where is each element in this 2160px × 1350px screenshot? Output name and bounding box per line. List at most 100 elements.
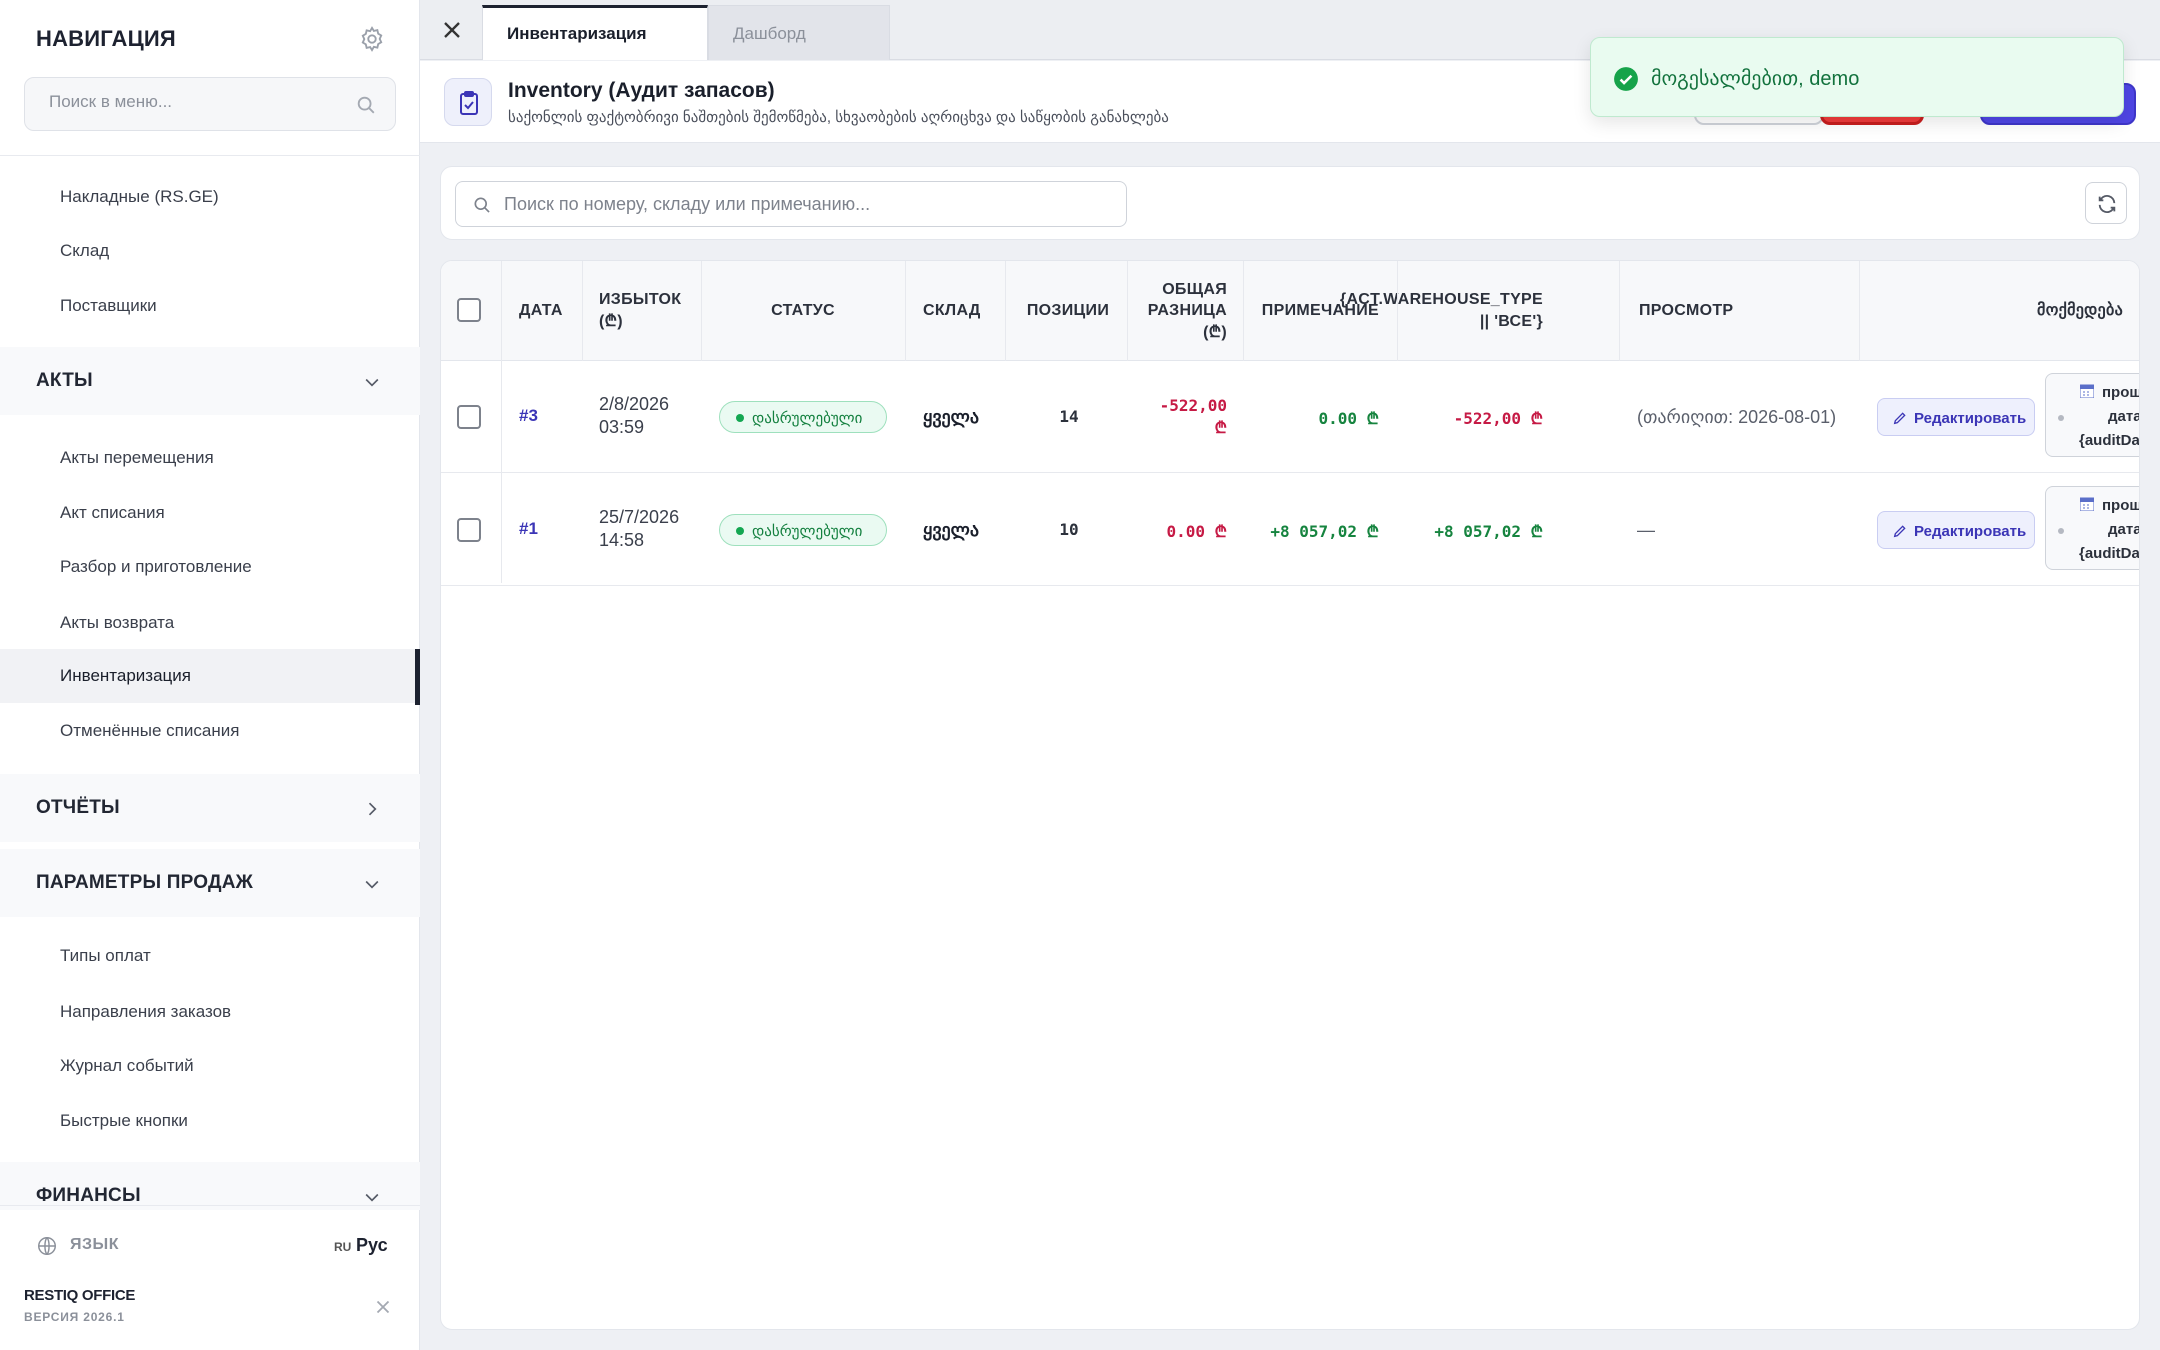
col-warehouse[interactable]: СКЛАД <box>923 261 1013 361</box>
menu-search-input[interactable] <box>49 92 349 112</box>
section-sales-params[interactable]: ПАРАМЕТРЫ ПРОДАЖ <box>0 849 420 917</box>
col-view[interactable]: ПРОСМОТР <box>1639 261 1819 361</box>
toast-message: მოგესალმებით, demo <box>1651 68 1860 90</box>
act-number-link[interactable]: #1 <box>519 519 538 539</box>
refresh-button[interactable] <box>2085 182 2127 224</box>
menu-item-write-off[interactable]: Акт списания <box>0 486 420 540</box>
edit-button-label: Редактировать <box>1914 523 2027 540</box>
close-icon[interactable] <box>372 1296 394 1318</box>
col-warehouse-type[interactable]: {ACT.WAREHOUSE_TYPE || 'ВСЕ'} <box>1340 261 1543 361</box>
menu-item-cancelled-write-offs[interactable]: Отменённые списания <box>0 704 420 758</box>
menu-item-waybills[interactable]: Накладные (RS.GE) <box>0 170 420 224</box>
column-divider <box>1127 261 1128 361</box>
search-field[interactable] <box>455 181 1127 227</box>
search-card <box>440 166 2140 240</box>
action-text: дата <box>2108 521 2140 538</box>
section-label: АКТЫ <box>36 370 93 391</box>
section-label: ФИНАНСЫ <box>36 1185 141 1206</box>
col-status[interactable]: СТАТУС <box>703 261 903 361</box>
menu-item-label: Быстрые кнопки <box>60 1111 188 1130</box>
section-label: ОТЧЁТЫ <box>36 797 120 818</box>
action-text: прош <box>2102 497 2140 514</box>
section-reports[interactable]: ОТЧЁТЫ <box>0 774 420 842</box>
tab-dashboard[interactable]: Дашборд <box>708 5 890 60</box>
chevron-down-icon <box>365 880 379 889</box>
close-tabs-icon[interactable] <box>438 16 466 44</box>
col-total-diff[interactable]: ОБЩАЯ РАЗНИЦА (₾) <box>1131 261 1227 361</box>
row-checkbox[interactable] <box>457 518 481 542</box>
action-period-button[interactable]: прош дата {auditDa <box>2045 373 2140 457</box>
welcome-toast: მოგესალმებით, demo <box>1590 37 2124 117</box>
chevron-down-icon <box>365 378 379 387</box>
bullet <box>2058 528 2064 534</box>
column-divider <box>905 261 906 361</box>
page-title: Inventory (Аудит запасов) <box>508 79 775 102</box>
section-finance[interactable]: ФИНАНСЫ <box>0 1162 420 1210</box>
clipboard-check-icon <box>444 78 492 126</box>
menu-item-suppliers[interactable]: Поставщики <box>0 279 420 333</box>
note-value: -522,00 ₾ <box>1453 409 1543 428</box>
note-value: +8 057,02 ₾ <box>1434 522 1543 541</box>
pencil-icon <box>1893 412 1906 425</box>
edit-button[interactable]: Редактировать <box>1877 511 2035 549</box>
menu-search-field[interactable] <box>24 77 396 131</box>
table-row[interactable]: #3 2/8/2026 03:59 დასრულებული ყველა 14 -5… <box>441 361 2140 473</box>
chevron-down-icon <box>365 1193 379 1202</box>
menu-item-label: Типы оплат <box>60 946 151 965</box>
pencil-icon <box>1893 525 1906 538</box>
surplus-value: 0.00 ₾ <box>1166 522 1227 541</box>
surplus-value: -522,00 ₾ <box>1159 396 1227 438</box>
table-header: ДАТА ИЗБЫТОК (₾) СТАТУС СКЛАД ПОЗИЦИИ ОБЩ… <box>441 261 2139 361</box>
col-actions: მოქმედება <box>2037 302 2123 320</box>
menu-item-label: Акты возврата <box>60 613 175 632</box>
menu-item-payment-types[interactable]: Типы оплат <box>0 929 420 983</box>
search-icon <box>474 197 490 213</box>
page-subtitle: საქონლის ფაქტობრივი ნაშთების შემოწმება, … <box>508 109 1169 126</box>
act-number-link[interactable]: #3 <box>519 406 538 426</box>
col-date[interactable]: ДАТА <box>519 261 589 361</box>
menu-item-quick-buttons[interactable]: Быстрые кнопки <box>0 1094 420 1148</box>
menu-item-warehouse[interactable]: Склад <box>0 224 420 278</box>
menu-item-return-acts[interactable]: Акты возврата <box>0 596 420 650</box>
menu-item-label: Поставщики <box>60 296 157 315</box>
action-period-button[interactable]: прош дата {auditDa <box>2045 486 2140 570</box>
menu-item-label: Журнал событий <box>60 1056 194 1075</box>
menu-item-label: Акты перемещения <box>60 448 214 467</box>
select-all-checkbox[interactable] <box>457 298 481 322</box>
column-divider <box>1005 261 1006 361</box>
menu-item-label: Разбор и приготовление <box>60 557 252 576</box>
tab-label: Дашборд <box>733 24 806 43</box>
menu-item-order-directions[interactable]: Направления заказов <box>0 985 420 1039</box>
total-diff-value: 0.00 ₾ <box>1318 409 1379 428</box>
column-divider <box>1243 261 1244 361</box>
positions-count: 10 <box>1059 520 1079 539</box>
col-positions[interactable]: ПОЗИЦИИ <box>1007 261 1129 361</box>
sidebar: НАВИГАЦИЯ Накладные (RS.GE) Склад Постав… <box>0 0 420 1350</box>
bullet <box>2058 415 2064 421</box>
edit-button[interactable]: Редактировать <box>1877 398 2035 436</box>
view-value: (თარიღით: 2026-08-01) <box>1637 407 1837 427</box>
column-divider <box>1619 261 1620 361</box>
menu-item-disassembly[interactable]: Разбор и приготовление <box>0 540 420 594</box>
row-checkbox[interactable] <box>457 405 481 429</box>
edit-button-label: Редактировать <box>1914 410 2027 427</box>
inventory-table: ДАТА ИЗБЫТОК (₾) СТАТУС СКЛАД ПОЗИЦИИ ОБЩ… <box>440 260 2140 1330</box>
gear-icon[interactable] <box>358 25 386 53</box>
menu-item-event-log[interactable]: Журнал событий <box>0 1039 420 1093</box>
search-icon <box>357 96 375 114</box>
col-surplus[interactable]: ИЗБЫТОК (₾) <box>599 261 709 361</box>
language-switcher[interactable]: ЯЗЫК RU Рус <box>0 1220 420 1270</box>
version-label: ВЕРСИЯ 2026.1 <box>24 1310 125 1324</box>
menu-item-transfer-acts[interactable]: Акты перемещения <box>0 431 420 485</box>
search-input[interactable] <box>504 194 1104 215</box>
tab-label: Инвентаризация <box>507 24 647 43</box>
total-diff-value: +8 057,02 ₾ <box>1270 522 1379 541</box>
tab-inventory[interactable]: Инвентаризация <box>482 5 708 60</box>
action-text: {auditDa <box>2079 545 2140 562</box>
menu-item-label: Инвентаризация <box>60 666 191 685</box>
table-row[interactable]: #1 25/7/2026 14:58 დასრულებული ყველა 10 0… <box>441 474 2140 586</box>
menu-item-label: Направления заказов <box>60 1002 232 1021</box>
menu-item-inventory[interactable]: Инвентаризация <box>0 649 420 705</box>
section-acts[interactable]: АКТЫ <box>0 347 420 415</box>
action-text: прош <box>2102 384 2140 401</box>
